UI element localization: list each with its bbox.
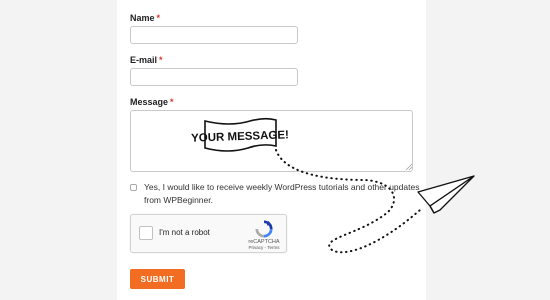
recaptcha-links[interactable]: Privacy - Terms: [235, 245, 293, 251]
required-mark: *: [159, 55, 163, 65]
message-label: Message *: [130, 97, 174, 107]
recaptcha-brand: reCAPTCHA Privacy - Terms: [235, 239, 293, 251]
name-label: Name *: [130, 13, 161, 23]
consent-line-1: Yes, I would like to receive weekly Word…: [144, 182, 420, 192]
email-input[interactable]: [130, 68, 298, 86]
consent-line-2: from WPBeginner.: [144, 195, 213, 205]
name-input[interactable]: [130, 26, 298, 44]
email-label: E-mail *: [130, 55, 163, 65]
required-mark: *: [170, 97, 174, 107]
submit-button[interactable]: SUBMIT: [130, 269, 185, 289]
recaptcha-label: I'm not a robot: [159, 228, 210, 237]
recaptcha-widget: I'm not a robot reCAPTCHA Privacy - Term…: [130, 214, 287, 253]
message-textarea[interactable]: [130, 110, 413, 172]
paper-plane-icon: [417, 175, 475, 214]
consent-text: Yes, I would like to receive weekly Word…: [144, 181, 424, 207]
recaptcha-checkbox[interactable]: [139, 226, 153, 240]
required-mark: *: [156, 13, 161, 23]
consent-checkbox[interactable]: [130, 184, 137, 191]
recaptcha-logo-icon: [255, 220, 273, 238]
resize-grip-icon[interactable]: [406, 164, 412, 170]
